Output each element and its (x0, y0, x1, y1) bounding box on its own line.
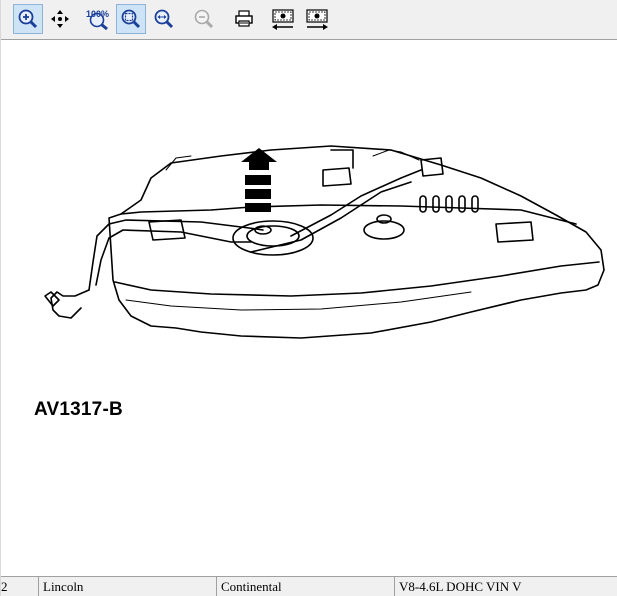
zoom-in-icon (18, 9, 38, 29)
actual-size-button[interactable]: 100% (83, 4, 113, 34)
front-arrow-head-icon (241, 148, 277, 170)
fuel-tank-illustration (44, 145, 605, 339)
tank-lower-contour (125, 291, 472, 311)
status-make: Lincoln (38, 577, 216, 596)
tank-detail (372, 149, 420, 161)
strap-pad-right (495, 221, 534, 243)
front-arrow-bar (245, 189, 271, 199)
front-arrow-bar (245, 203, 271, 212)
previous-image-button[interactable] (268, 4, 298, 34)
zoom-fit-button[interactable] (116, 4, 146, 34)
status-bar: 2 Lincoln Continental V8-4.6L DOHC VIN V (1, 576, 617, 596)
wiring-connector (50, 289, 90, 319)
next-image-icon (306, 9, 328, 30)
figure-code: AV1317-B (34, 399, 123, 420)
diagram-viewport[interactable]: AV1317-B (1, 41, 617, 576)
zoom-width-icon (154, 9, 174, 29)
status-engine: V8-4.6L DOHC VIN V (394, 577, 617, 596)
pan-icon (51, 10, 69, 28)
zoom-fit-icon (121, 9, 141, 29)
zoom-out-icon (194, 9, 214, 29)
tank-fitting (322, 167, 352, 187)
tank-seam (114, 261, 600, 297)
pan-button[interactable] (45, 4, 75, 34)
tank-rib (458, 195, 466, 213)
wiring-plug (44, 291, 60, 307)
tank-fitting-tube (330, 149, 354, 169)
fuel-line (250, 181, 412, 253)
tank-rib (432, 195, 440, 213)
tank-rib (419, 195, 427, 213)
print-icon (235, 10, 253, 27)
actual-size-label: 100% (86, 9, 109, 19)
viewer-window: 100% AV1317-B 2 Lincoln Continental V8-4… (0, 0, 617, 596)
zoom-out-button[interactable] (189, 4, 219, 34)
status-model: Continental (216, 577, 394, 596)
front-arrow-bar (245, 175, 271, 185)
zoom-width-button[interactable] (149, 4, 179, 34)
toolbar: 100% (1, 0, 617, 40)
previous-image-icon (272, 9, 294, 30)
print-button[interactable] (229, 4, 259, 34)
actual-size-icon: 100% (86, 9, 109, 30)
strap-pad-left (148, 219, 186, 241)
zoom-in-button[interactable] (13, 4, 43, 34)
status-page: 2 (1, 579, 8, 594)
tank-rib (445, 195, 453, 213)
tank-outline (108, 145, 605, 339)
tank-rib (471, 195, 479, 213)
next-image-button[interactable] (302, 4, 332, 34)
